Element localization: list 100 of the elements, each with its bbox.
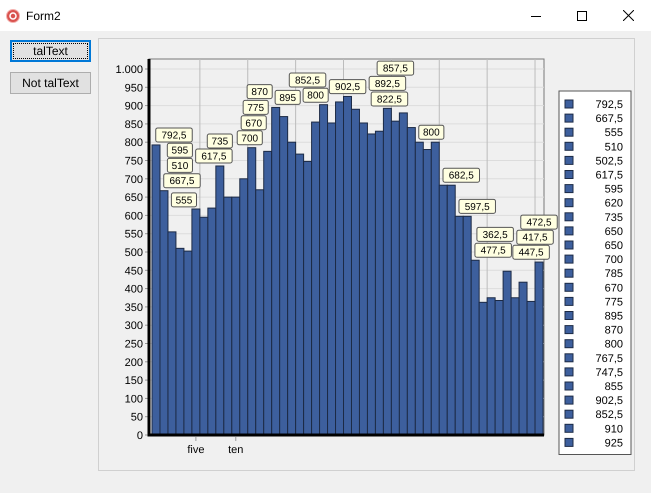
legend-swatch-icon: [564, 226, 574, 236]
legend-swatch-icon: [564, 311, 574, 320]
legend-label: 747,5: [595, 366, 623, 379]
legend-swatch-icon: [564, 339, 574, 348]
value-label: 477,5: [474, 242, 512, 258]
value-label: 555: [170, 192, 197, 208]
legend-label: 925: [604, 437, 623, 450]
axis-label: 50: [130, 412, 143, 424]
legend-swatch-icon: [564, 382, 574, 390]
legend-label: 855: [604, 381, 623, 393]
value-label: 775: [242, 100, 269, 115]
legend-swatch-icon: [564, 254, 574, 264]
axis-label: 450: [124, 265, 143, 278]
value-label: 362,5: [476, 226, 514, 242]
legend-label: 670: [604, 282, 623, 294]
legend-label: 650: [604, 240, 623, 252]
value-label: 895: [274, 90, 301, 105]
legend-label: 800: [604, 338, 623, 351]
axis-label: 300: [124, 320, 143, 332]
legend-swatch-icon: [564, 212, 574, 222]
legend-swatch-icon: [564, 410, 574, 419]
close-icon: [622, 10, 634, 21]
legend-label: 910: [604, 423, 623, 436]
legend-label: 767,5: [595, 352, 623, 365]
axis-label: 650: [124, 192, 143, 204]
legend-swatch-icon: [564, 367, 574, 376]
axis-label: 850: [124, 118, 143, 131]
axis-label: 350: [124, 302, 143, 314]
axis-label: 100: [124, 393, 143, 406]
legend-swatch-icon: [564, 353, 574, 362]
maximize-icon: [577, 10, 587, 20]
legend-label: 502,5: [595, 155, 623, 168]
legend-label: 667,5: [595, 113, 623, 126]
legend-label: 700: [604, 254, 623, 266]
legend-swatch-icon: [564, 114, 574, 123]
value-label: 822,5: [370, 91, 408, 106]
legend-label: 735: [604, 212, 623, 224]
value-label: 852,5: [288, 72, 326, 88]
legend-label: 902,5: [595, 395, 623, 408]
legend-swatch-icon: [564, 424, 574, 433]
legend-swatch-icon: [564, 198, 574, 208]
axis-label: 750: [124, 156, 143, 168]
legend-label: 775: [604, 296, 623, 308]
value-label: 857,5: [376, 60, 414, 76]
app-icon: [6, 8, 20, 22]
legend-swatch-icon: [564, 156, 574, 165]
value-label: 870: [246, 84, 273, 100]
form-button[interactable]: talText: [10, 40, 91, 62]
value-label: 800: [302, 88, 329, 103]
value-label: 735: [206, 134, 233, 148]
legend-swatch-icon: [564, 128, 574, 137]
axis-label: 800: [124, 137, 143, 150]
legend-swatch-icon: [564, 142, 574, 151]
legend-label: 595: [604, 184, 623, 196]
axis-label: 500: [124, 247, 143, 259]
value-label: 597,5: [458, 198, 496, 214]
legend-label: 510: [604, 141, 623, 154]
legend-label: 895: [604, 310, 623, 322]
legend-label: 650: [604, 226, 623, 238]
legend-swatch-icon: [564, 240, 574, 250]
axis-label: ten: [228, 444, 244, 456]
legend-label: 620: [604, 198, 623, 210]
form-button[interactable]: Not talText: [10, 72, 91, 94]
legend-swatch-icon: [564, 438, 574, 447]
axis-label: 550: [124, 228, 143, 241]
legend-label: 852,5: [595, 409, 623, 422]
value-label: 700: [236, 130, 263, 146]
legend-swatch-icon: [564, 325, 574, 334]
value-label: 417,5: [516, 230, 554, 245]
value-label: 447,5: [512, 244, 550, 260]
legend-swatch-icon: [564, 184, 574, 194]
axis-label: 200: [124, 356, 143, 369]
axis-label: 600: [124, 210, 143, 222]
legend-label: 785: [604, 268, 623, 280]
axis-label: 250: [124, 338, 143, 350]
value-label: 892,5: [368, 76, 406, 91]
value-label: 472,5: [520, 214, 558, 230]
value-label: 617,5: [195, 148, 233, 164]
window-title: Form2: [26, 8, 61, 24]
legend-swatch-icon: [564, 296, 574, 306]
legend-swatch-icon: [564, 396, 574, 405]
axis-label: 700: [124, 174, 143, 186]
value-label: 682,5: [442, 168, 480, 183]
value-label: 595: [166, 142, 193, 158]
axis-label: 900: [124, 100, 143, 113]
axis-label: 950: [124, 82, 143, 94]
axis-label: 150: [124, 375, 143, 388]
value-label: 800: [418, 124, 444, 140]
legend-label: 617,5: [595, 170, 623, 182]
legend-swatch-icon: [564, 282, 574, 292]
axis-label: five: [187, 444, 204, 456]
axis-label: 1.000: [115, 64, 143, 76]
value-label: 510: [166, 158, 193, 173]
axis-label: 0: [136, 430, 143, 442]
axis-label: 400: [124, 284, 143, 296]
legend-swatch-icon: [564, 170, 574, 179]
value-label: 670: [240, 115, 267, 130]
value-label: 667,5: [163, 173, 201, 188]
legend-label: 870: [604, 324, 623, 337]
value-label: 902,5: [328, 79, 366, 94]
